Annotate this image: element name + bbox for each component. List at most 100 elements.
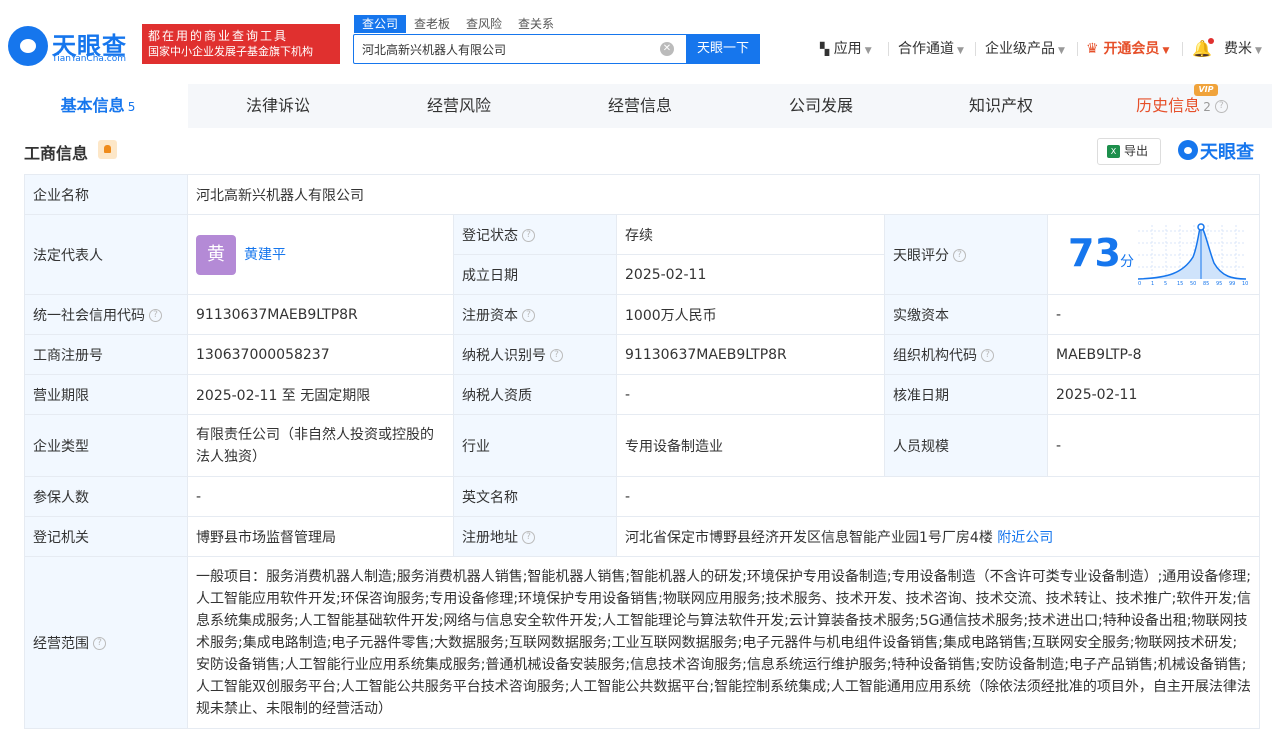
table-row: 企业名称 河北高新兴机器人有限公司 bbox=[24, 174, 1260, 215]
notification-dot bbox=[1208, 38, 1214, 44]
credit-code-label-cell: 统一社会信用代码? bbox=[24, 294, 188, 335]
scope-label-cell: 经营范围? bbox=[24, 556, 188, 729]
industry-value: 专用设备制造业 bbox=[616, 414, 885, 477]
legal-rep-link[interactable]: 黄建平 bbox=[244, 247, 286, 263]
staff-value: - bbox=[1047, 414, 1260, 477]
approval-date-value: 2025-02-11 bbox=[1047, 374, 1260, 415]
help-icon[interactable]: ? bbox=[522, 309, 535, 322]
address-value: 河北省保定市博野县经济开发区信息智能产业园1号厂房4楼 bbox=[625, 529, 993, 546]
credit-code-label: 统一社会信用代码 bbox=[33, 307, 145, 324]
tab-basic-info[interactable]: 基本信息 5 bbox=[8, 84, 188, 128]
table-row: 企业类型 有限责任公司（非自然人投资或控股的法人独资） 行业 专用设备制造业 人… bbox=[24, 414, 1260, 477]
score-unit: 分 bbox=[1120, 254, 1134, 270]
table-row: 参保人数 - 英文名称 - bbox=[24, 476, 1260, 517]
score-axis: 0151550859599100 bbox=[1138, 281, 1248, 287]
help-icon[interactable]: ? bbox=[981, 349, 994, 362]
insured-value: - bbox=[187, 476, 454, 517]
tab-label: 历史信息 bbox=[1136, 96, 1201, 115]
table-row: 营业期限 2025-02-11 至 无固定期限 纳税人资质 - 核准日期 202… bbox=[24, 374, 1260, 415]
help-icon[interactable]: ? bbox=[522, 531, 535, 544]
search-input[interactable] bbox=[354, 35, 684, 63]
address-cell: 河北省保定市博野县经济开发区信息智能产业园1号厂房4楼 附近公司 bbox=[616, 516, 1260, 557]
tianyancha-logo[interactable]: 天眼查 TianYanCha.com bbox=[8, 24, 136, 68]
vip-badge: VIP bbox=[1194, 84, 1218, 96]
tab-development[interactable]: 公司发展 bbox=[731, 84, 911, 128]
apps-menu-label: 应用 bbox=[833, 41, 862, 57]
taxpayer-id-value: 91130637MAEB9LTP8R bbox=[616, 334, 885, 375]
company-name-label: 企业名称 bbox=[24, 174, 188, 215]
export-label: 导出 bbox=[1124, 144, 1149, 158]
promo-banner[interactable]: 都在用的商业查询工具 国家中小企业发展子基金旗下机构 bbox=[142, 24, 340, 64]
reg-no-label: 工商注册号 bbox=[24, 334, 188, 375]
help-icon[interactable]: ? bbox=[522, 229, 535, 242]
taxpayer-id-label: 纳税人识别号 bbox=[462, 347, 546, 364]
table-row: 法定代表人 黄黄建平 登记状态? 存续 天眼评分? 73 分 0 1 5 15 50 85… bbox=[24, 214, 1260, 295]
scope-value: 一般项目：服务消费机器人制造;服务消费机器人销售;智能机器人销售;智能机器人的研… bbox=[187, 556, 1260, 729]
search-tab-boss[interactable]: 查老板 bbox=[406, 15, 458, 33]
tianyancha-watermark: 天眼查 bbox=[1178, 137, 1262, 163]
table-row: 工商注册号 130637000058237 纳税人识别号? 91130637MA… bbox=[24, 334, 1260, 375]
tab-label: 法律诉讼 bbox=[245, 96, 310, 115]
vip-menu[interactable]: ♛ 开通会员 ▼ bbox=[1086, 38, 1169, 60]
english-name-value: - bbox=[616, 476, 1260, 517]
org-code-label: 组织机构代码 bbox=[893, 347, 977, 364]
term-value: 2025-02-11 至 无固定期限 bbox=[187, 374, 454, 415]
reg-capital-value: 1000万人民币 bbox=[616, 294, 885, 335]
reg-no-value: 130637000058237 bbox=[187, 334, 454, 375]
chevron-down-icon: ▼ bbox=[1255, 46, 1262, 56]
search-button[interactable]: 天眼一下 bbox=[686, 34, 760, 64]
reg-status-value: 存续 bbox=[616, 214, 885, 255]
legal-rep-cell: 黄黄建平 bbox=[187, 214, 454, 295]
tab-label: 公司发展 bbox=[788, 96, 853, 115]
user-menu[interactable]: 费米 ▼ bbox=[1224, 38, 1262, 60]
apps-menu[interactable]: ▚ 应用 ▼ bbox=[820, 38, 872, 60]
watermark-text: 天眼查 bbox=[1200, 142, 1254, 163]
alert-bell-icon[interactable] bbox=[98, 140, 117, 159]
tab-label: 基本信息 bbox=[60, 96, 125, 115]
score-marker bbox=[1197, 223, 1205, 231]
address-label: 注册地址 bbox=[462, 529, 518, 546]
help-icon[interactable]: ? bbox=[93, 637, 106, 650]
type-label: 企业类型 bbox=[24, 414, 188, 477]
search-tab-risk[interactable]: 查风险 bbox=[458, 15, 510, 33]
nearby-companies-link[interactable]: 附近公司 bbox=[997, 530, 1053, 546]
channel-menu-label: 合作通道 bbox=[898, 41, 954, 57]
score-cell[interactable]: 73 分 0151550859599100 bbox=[1047, 214, 1260, 295]
paid-capital-value: - bbox=[1047, 294, 1260, 335]
divider bbox=[1182, 42, 1183, 56]
user-name: 费米 bbox=[1224, 41, 1252, 57]
score-axis-tick: 50 bbox=[1190, 281, 1196, 287]
help-icon[interactable]: ? bbox=[953, 249, 966, 262]
excel-icon: X bbox=[1107, 145, 1120, 158]
clear-search-icon[interactable]: ✕ bbox=[660, 42, 674, 56]
enterprise-menu[interactable]: 企业级产品 ▼ bbox=[985, 38, 1065, 60]
search-tab-company[interactable]: 查公司 bbox=[354, 15, 407, 33]
score-axis-tick: 85 bbox=[1203, 281, 1209, 287]
search-tab-relation[interactable]: 查关系 bbox=[510, 15, 562, 33]
tab-operation-risk[interactable]: 经营风险 bbox=[369, 84, 549, 128]
reg-status-label-cell: 登记状态? bbox=[453, 214, 617, 255]
score-axis-tick: 1 bbox=[1151, 281, 1154, 287]
scope-label: 经营范围 bbox=[33, 635, 89, 652]
insured-label: 参保人数 bbox=[24, 476, 188, 517]
table-row: 统一社会信用代码? 91130637MAEB9LTP8R 注册资本? 1000万… bbox=[24, 294, 1260, 335]
tab-history[interactable]: 历史信息 2? VIP bbox=[1092, 84, 1272, 128]
channel-menu[interactable]: 合作通道 ▼ bbox=[898, 38, 964, 60]
avatar[interactable]: 黄 bbox=[196, 234, 236, 275]
address-label-cell: 注册地址? bbox=[453, 516, 617, 557]
tab-ip[interactable]: 知识产权 bbox=[911, 84, 1091, 128]
tab-operation-info[interactable]: 经营信息 bbox=[550, 84, 730, 128]
legal-rep-label: 法定代表人 bbox=[24, 214, 188, 295]
company-tabs: 基本信息 5 法律诉讼 经营风险 经营信息 公司发展 知识产权 历史信息 2? VI… bbox=[8, 84, 1272, 128]
term-label: 营业期限 bbox=[24, 374, 188, 415]
chevron-down-icon: ▼ bbox=[957, 46, 964, 56]
crown-icon: ♛ bbox=[1086, 41, 1099, 57]
score-axis-tick: 15 bbox=[1177, 281, 1183, 287]
vip-menu-label: 开通会员 bbox=[1103, 41, 1160, 57]
help-icon[interactable]: ? bbox=[149, 309, 162, 322]
help-icon[interactable]: ? bbox=[1214, 100, 1228, 113]
taxpayer-qual-label: 纳税人资质 bbox=[453, 374, 617, 415]
export-button[interactable]: X 导出 bbox=[1097, 138, 1161, 165]
help-icon[interactable]: ? bbox=[550, 349, 563, 362]
tab-legal[interactable]: 法律诉讼 bbox=[188, 84, 368, 128]
